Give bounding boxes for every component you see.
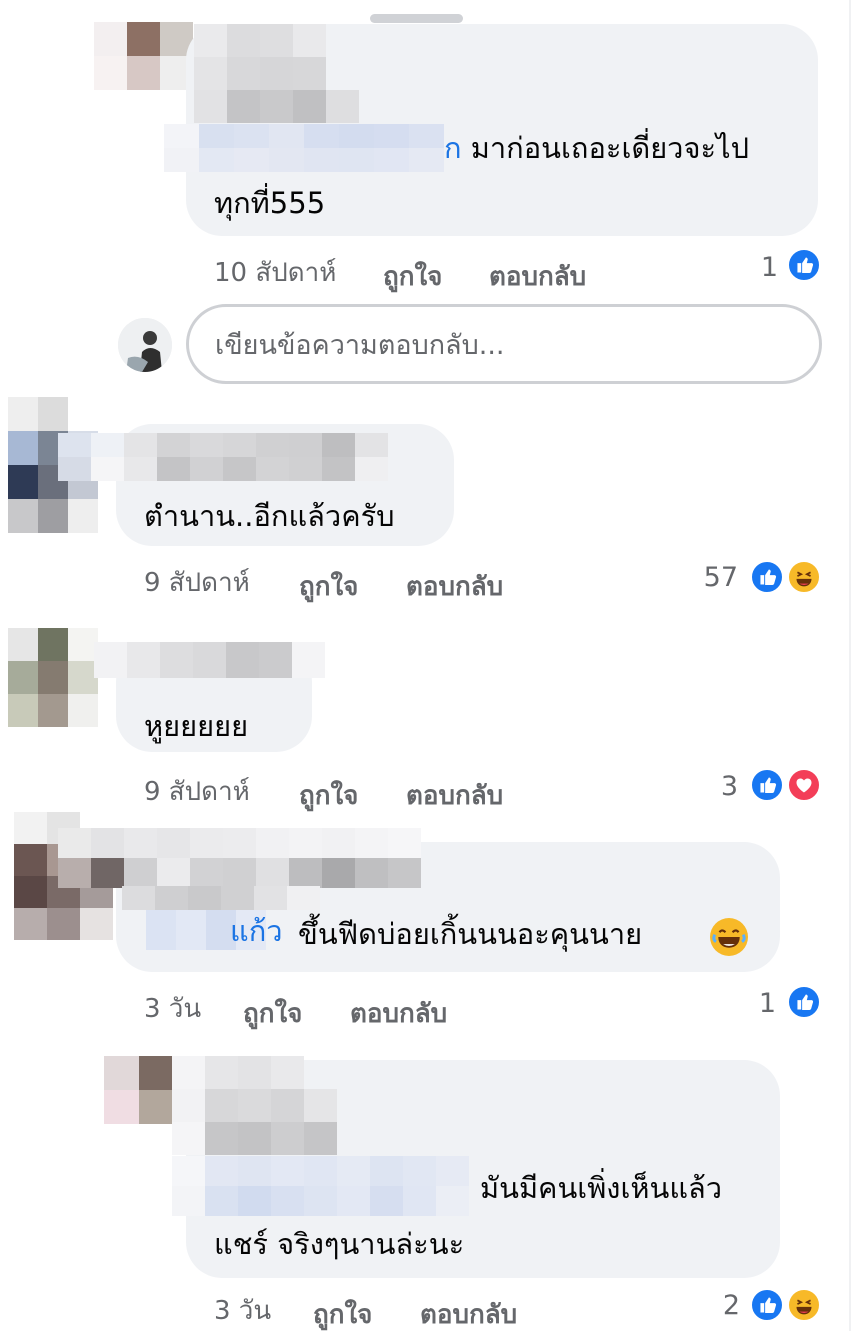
haha-icon <box>787 560 821 594</box>
reply-button[interactable]: ตอบกลับ <box>406 566 503 607</box>
comment-time[interactable]: 9 สัปดาห์ <box>144 562 250 603</box>
reaction-count[interactable]: 57 <box>698 562 738 593</box>
commenter-name-blurred[interactable] <box>94 642 325 678</box>
reaction-count[interactable]: 1 <box>736 988 776 1019</box>
like-icon <box>750 560 784 594</box>
avatar-blurred[interactable] <box>94 22 194 90</box>
reply-input[interactable] <box>215 325 795 365</box>
comment-text: ตำนาน..อีกแล้วครับ <box>144 499 395 533</box>
mention-link[interactable]: ก <box>444 131 462 165</box>
reaction-count[interactable]: 2 <box>700 1290 740 1321</box>
mention-blurred[interactable] <box>164 124 444 172</box>
like-button[interactable]: ถูกใจ <box>243 993 302 1034</box>
comment-text: มันมีคนเพิ่งเห็นแล้ว <box>480 1171 723 1205</box>
comment-text: ก มาก่อนเถอะเดี่ยวจะไป <box>444 126 749 170</box>
commenter-name-blurred[interactable] <box>58 433 388 481</box>
like-icon <box>787 985 821 1019</box>
like-button[interactable]: ถูกใจ <box>299 775 358 816</box>
comment-text-line: ทุกที่555 <box>214 186 326 220</box>
like-icon <box>750 1288 784 1322</box>
reaction-count[interactable]: 1 <box>738 252 778 283</box>
haha-icon <box>787 1288 821 1322</box>
like-button[interactable]: ถูกใจ <box>383 256 442 297</box>
sheet-drag-handle[interactable] <box>370 14 463 23</box>
comment-text: หูยยยยย <box>144 709 249 743</box>
mention-link[interactable]: แก้ว <box>146 910 296 950</box>
avatar-blurred[interactable] <box>8 628 98 728</box>
comment-text-line: แชร์ จริงๆนานล่ะนะ <box>214 1227 465 1261</box>
reaction-count[interactable]: 3 <box>698 771 738 802</box>
commenter-name-blurred[interactable] <box>194 24 389 124</box>
reply-input-box[interactable] <box>186 304 822 384</box>
love-icon <box>787 768 821 802</box>
reply-button[interactable]: ตอบกลับ <box>350 993 447 1034</box>
like-icon <box>787 248 821 282</box>
reply-button[interactable]: ตอบกลับ <box>489 256 586 297</box>
comment-time[interactable]: 3 วัน <box>214 1290 271 1331</box>
like-button[interactable]: ถูกใจ <box>299 566 358 607</box>
mention-blurred[interactable] <box>172 1156 472 1216</box>
commenter-name-blurred[interactable] <box>172 1056 372 1156</box>
reply-button[interactable]: ตอบกลับ <box>406 775 503 816</box>
comment-time[interactable]: 3 วัน <box>144 988 201 1029</box>
comment-text: ขึ้นฟีดบ่อยเกิ้นนนอะคุนนาย <box>298 917 643 951</box>
comment-text-line: มาก่อนเถอะเดี่ยวจะไป <box>470 131 750 165</box>
current-user-avatar <box>118 318 172 372</box>
haha-inline-icon <box>710 918 748 956</box>
avatar-blurred[interactable] <box>104 1056 174 1124</box>
reply-button[interactable]: ตอบกลับ <box>420 1294 517 1335</box>
comment-time[interactable]: 9 สัปดาห์ <box>144 771 250 812</box>
like-button[interactable]: ถูกใจ <box>313 1294 372 1335</box>
like-icon <box>750 768 784 802</box>
mention-tail[interactable]: แก้ว <box>230 910 283 950</box>
commenter-name-blurred[interactable] <box>122 886 320 910</box>
commenter-name-blurred[interactable] <box>58 828 421 888</box>
comment-time[interactable]: 10 สัปดาห์ <box>214 252 336 293</box>
